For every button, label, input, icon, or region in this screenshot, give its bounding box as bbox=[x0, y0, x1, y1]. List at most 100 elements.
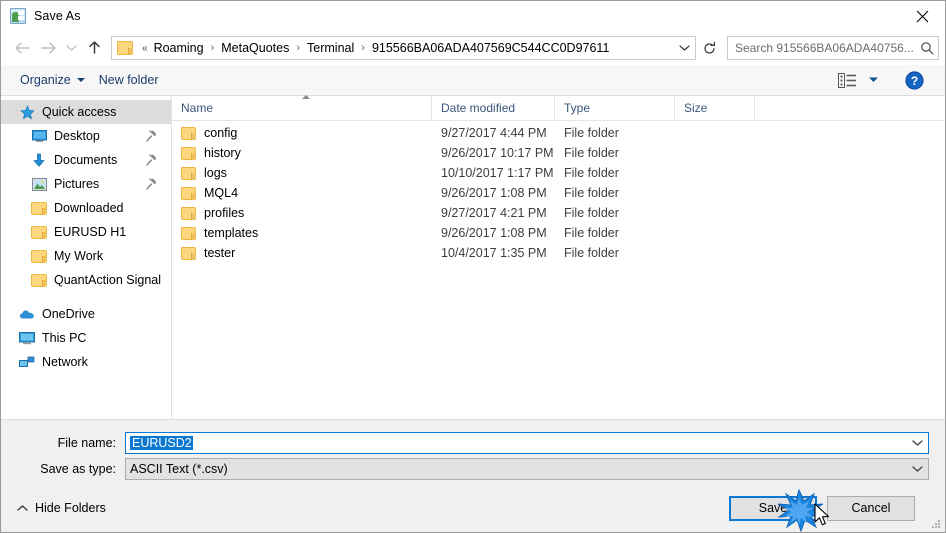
file-name-cell: tester bbox=[172, 246, 432, 260]
file-type-cell: File folder bbox=[564, 186, 619, 200]
file-date-cell: 9/26/2017 10:17 PM bbox=[441, 146, 554, 160]
sidebar-item-quick-access[interactable]: Quick access bbox=[1, 100, 171, 124]
sidebar-item-label: This PC bbox=[42, 331, 87, 345]
breadcrumb-separator[interactable]: › bbox=[356, 42, 370, 54]
table-row[interactable]: tester 10/4/2017 1:35 PM File folder bbox=[172, 243, 945, 263]
sidebar-item-my-work[interactable]: My Work bbox=[1, 244, 171, 268]
file-name-field[interactable]: EURUSD2 bbox=[125, 432, 929, 454]
file-type-cell: File folder bbox=[564, 206, 619, 220]
save-as-type-select[interactable]: ASCII Text (*.csv) bbox=[125, 458, 929, 480]
save-as-type-label: Save as type: bbox=[40, 462, 116, 476]
sidebar-item-eurusd-h1[interactable]: EURUSD H1 bbox=[1, 220, 171, 244]
table-row[interactable]: templates 9/26/2017 1:08 PM File folder bbox=[172, 223, 945, 243]
column-header-label: Size bbox=[684, 101, 708, 115]
breadcrumb-separator[interactable]: › bbox=[206, 42, 220, 54]
search-icon[interactable] bbox=[916, 41, 938, 55]
folder-icon bbox=[181, 226, 196, 240]
hide-folders-button[interactable]: Hide Folders bbox=[17, 501, 106, 515]
network-icon bbox=[19, 354, 35, 370]
resize-grip[interactable] bbox=[930, 518, 942, 530]
sidebar-item-desktop[interactable]: Desktop bbox=[1, 124, 171, 148]
pin-icon[interactable] bbox=[146, 130, 157, 142]
file-name-row: File name: EURUSD2 bbox=[17, 432, 929, 454]
folder-icon bbox=[181, 186, 196, 200]
view-layout-icon[interactable] bbox=[833, 68, 861, 92]
folder-icon bbox=[181, 246, 196, 260]
dialog-body: Quick access Desktop Documents Pictures … bbox=[1, 95, 945, 419]
file-name-label: File name: bbox=[57, 436, 116, 450]
sidebar-item-label: Documents bbox=[54, 153, 118, 167]
column-header-type[interactable]: Type bbox=[555, 96, 675, 120]
save-as-type-row: Save as type: ASCII Text (*.csv) bbox=[17, 458, 929, 480]
breadcrumb-separator[interactable]: › bbox=[291, 42, 305, 54]
file-name-cell: profiles bbox=[172, 206, 432, 220]
breadcrumb-overflow[interactable]: « bbox=[138, 43, 152, 54]
refresh-icon[interactable] bbox=[697, 36, 721, 60]
sidebar-item-label: Quick access bbox=[42, 105, 117, 119]
help-question-icon[interactable]: ? bbox=[899, 68, 929, 92]
sidebar-item-quantaction-signal[interactable]: QuantAction Signal bbox=[1, 268, 171, 292]
chevron-down-icon[interactable] bbox=[906, 465, 928, 473]
cancel-button[interactable]: Cancel bbox=[827, 495, 915, 521]
search-input[interactable] bbox=[728, 40, 916, 56]
save-button[interactable]: Save bbox=[729, 495, 817, 521]
file-type-cell: File folder bbox=[564, 226, 619, 240]
sidebar-item-label: Pictures bbox=[54, 177, 100, 191]
column-header-size[interactable]: Size bbox=[675, 96, 755, 120]
file-name-value: EURUSD2 bbox=[126, 436, 906, 450]
back-arrow-icon[interactable] bbox=[9, 35, 35, 61]
column-header-name[interactable]: Name bbox=[172, 95, 432, 120]
address-dropdown-chevron-icon[interactable] bbox=[673, 37, 695, 59]
file-name-label: MQL4 bbox=[204, 186, 239, 200]
table-row[interactable]: MQL4 9/26/2017 1:08 PM File folder bbox=[172, 183, 945, 203]
folder-icon bbox=[181, 166, 196, 180]
chevron-down-icon[interactable] bbox=[863, 68, 883, 92]
window-title: Save As bbox=[34, 9, 81, 23]
breadcrumb-item-roaming[interactable]: Roaming bbox=[152, 41, 206, 55]
address-bar[interactable]: « Roaming › MetaQuotes › Terminal › 9155… bbox=[111, 36, 696, 60]
folder-icon bbox=[181, 146, 196, 160]
table-row[interactable]: profiles 9/27/2017 4:21 PM File folder bbox=[172, 203, 945, 223]
sidebar-item-onedrive[interactable]: OneDrive bbox=[1, 302, 171, 326]
organize-button[interactable]: Organize bbox=[13, 69, 92, 91]
folder-icon bbox=[181, 126, 196, 140]
up-arrow-icon[interactable] bbox=[81, 35, 107, 61]
pin-icon[interactable] bbox=[146, 154, 157, 166]
close-icon[interactable] bbox=[899, 1, 945, 31]
sidebar-item-this-pc[interactable]: This PC bbox=[1, 326, 171, 350]
sidebar-item-downloaded[interactable]: Downloaded bbox=[1, 196, 171, 220]
sidebar-item-network[interactable]: Network bbox=[1, 350, 171, 374]
save-as-type-value: ASCII Text (*.csv) bbox=[130, 462, 228, 476]
column-header-date-modified[interactable]: Date modified bbox=[432, 96, 555, 120]
forward-arrow-icon[interactable] bbox=[35, 35, 61, 61]
file-name-cell: templates bbox=[172, 226, 432, 240]
dialog-footer: Hide Folders Save Cancel bbox=[1, 484, 945, 532]
new-folder-button[interactable]: New folder bbox=[92, 69, 166, 91]
breadcrumb-item-metaquotes[interactable]: MetaQuotes bbox=[219, 41, 291, 55]
navigation-sidebar[interactable]: Quick access Desktop Documents Pictures … bbox=[1, 96, 172, 419]
chevron-down-icon[interactable] bbox=[906, 439, 928, 447]
column-header-label: Date modified bbox=[441, 101, 516, 115]
file-name-label: history bbox=[204, 146, 241, 160]
breadcrumb-item-terminal-id[interactable]: 915566BA06ADA407569C544CC0D97611 bbox=[370, 41, 611, 55]
file-date-cell: 9/26/2017 1:08 PM bbox=[441, 226, 547, 240]
sidebar-item-label: EURUSD H1 bbox=[54, 225, 127, 239]
breadcrumb-item-terminal[interactable]: Terminal bbox=[305, 41, 356, 55]
search-box[interactable] bbox=[727, 36, 939, 60]
sidebar-item-label: Network bbox=[42, 355, 88, 369]
recent-locations-chevron-icon[interactable] bbox=[61, 35, 81, 61]
file-name-cell: history bbox=[172, 146, 432, 160]
file-list-pane: Name Date modified Type Size config 9/27… bbox=[172, 95, 945, 419]
sidebar-item-label: OneDrive bbox=[42, 307, 95, 321]
file-date-cell: 9/27/2017 4:21 PM bbox=[441, 206, 547, 220]
table-row[interactable]: config 9/27/2017 4:44 PM File folder bbox=[172, 123, 945, 143]
file-list[interactable]: config 9/27/2017 4:44 PM File folder his… bbox=[172, 121, 945, 419]
sidebar-item-pictures[interactable]: Pictures bbox=[1, 172, 171, 196]
sidebar-item-documents[interactable]: Documents bbox=[1, 148, 171, 172]
table-row[interactable]: history 9/26/2017 10:17 PM File folder bbox=[172, 143, 945, 163]
desktop-icon bbox=[31, 128, 47, 144]
this-pc-icon bbox=[19, 330, 35, 346]
pin-icon[interactable] bbox=[146, 178, 157, 190]
table-row[interactable]: logs 10/10/2017 1:17 PM File folder bbox=[172, 163, 945, 183]
footer-buttons: Save Cancel bbox=[729, 495, 929, 521]
